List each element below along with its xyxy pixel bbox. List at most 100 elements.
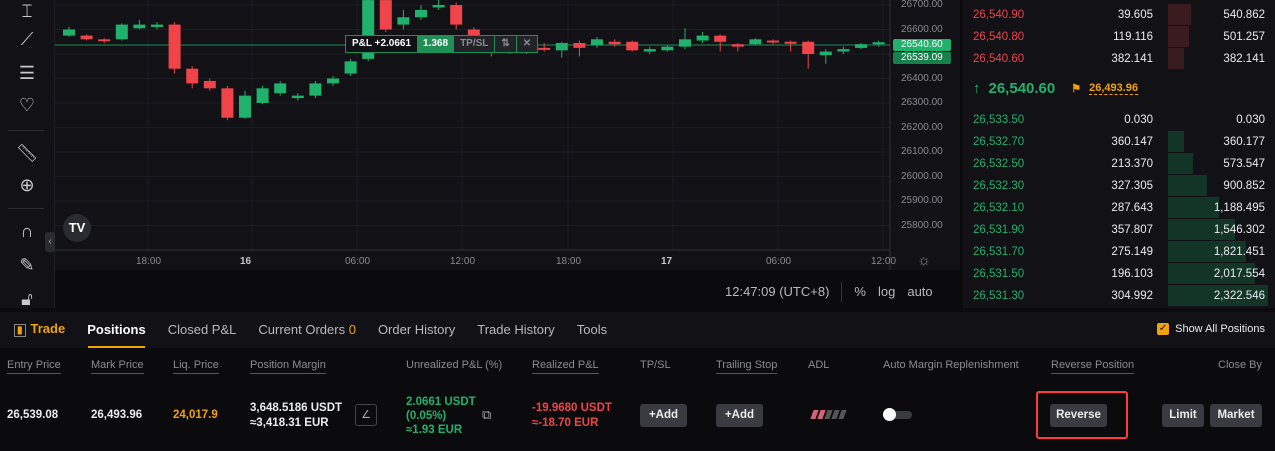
candle-body [784,41,797,44]
time-axis-label: 16 [240,256,252,267]
tab-order-history[interactable]: Order History [367,312,466,348]
upnl-usdt: 2.0661 USDT [406,396,476,408]
zoom-in-icon[interactable]: ⊕ [14,174,40,196]
candle-body [837,49,850,52]
close-icon[interactable]: ✕ [515,36,538,52]
orderbook-row[interactable]: 26,531.90 357.807 1,546.302 [963,219,1275,241]
quantity: 196.103 [1111,268,1153,280]
orderbook-row[interactable]: 26,531.50 196.103 2,017.554 [963,263,1275,285]
price-chart[interactable]: 26700.0026600.0026500.0026400.0026300.00… [45,0,960,308]
tab-positions[interactable]: Positions [76,312,157,348]
header-adl: ADL [808,359,830,371]
add-tpsl-button[interactable]: +Add [640,404,687,427]
header-position-margin: Position Margin [250,359,326,374]
quantity: 287.643 [1111,202,1153,214]
upnl-pct: (0.05%) [406,410,447,422]
total: 382.141 [1223,53,1265,65]
auto-scale-toggle[interactable]: auto [907,284,932,302]
favorite-heart-icon[interactable]: ♡ [14,94,40,116]
price-axis-label: 26300.00 [901,97,943,108]
orderbook-row[interactable]: 26,533.50 0.030 0.030 [963,109,1275,131]
header-trailing-stop: Trailing Stop [716,359,778,374]
total: 540.862 [1223,9,1265,21]
candle-body [151,24,163,28]
tab-trade-history[interactable]: Trade History [466,312,566,348]
draw-lock-icon[interactable]: ✎ [14,254,40,276]
lock-icon[interactable]: 🔓︎ [14,288,40,310]
cursor-icon[interactable]: ⌶ [14,0,40,22]
candle-body [767,40,779,43]
candle-body [274,83,287,94]
orderbook-row[interactable]: 26,532.30 327.305 900.852 [963,175,1275,197]
percent-scale-toggle[interactable]: % [854,284,866,302]
time-axis-label: 06:00 [345,256,371,267]
show-all-positions-checkbox[interactable]: ✓ Show All Positions [1157,323,1265,335]
time-axis-label: 18:00 [556,256,582,267]
indicator-settings-icon[interactable]: ☰ [14,62,40,84]
log-scale-toggle[interactable]: log [878,284,895,302]
orderbook-row[interactable]: 26,531.70 275.149 1,821.451 [963,241,1275,263]
reverse-arrows-icon[interactable]: ⇅ [494,36,516,52]
depth-bar [1168,197,1219,218]
flag-icon: ⚑ [1071,83,1082,95]
orderbook-row[interactable]: 26,540.90 39.605 540.862 [963,4,1275,26]
tab-trade[interactable]: ▮ Trade [0,311,76,349]
divider [8,208,44,209]
close-limit-button[interactable]: Limit [1162,404,1204,427]
edit-margin-icon[interactable]: ∠ [355,404,377,426]
candle-body [379,0,392,30]
orderbook-row[interactable]: 26,532.50 213.370 573.547 [963,153,1275,175]
orderbook-row[interactable]: 26,532.10 287.643 1,188.495 [963,197,1275,219]
price-axis-label: 25800.00 [901,219,943,231]
add-trailing-stop-button[interactable]: +Add [716,404,763,427]
header-tpsl: TP/SL [640,359,671,371]
candle-body [133,24,146,29]
tab-closed-pnl[interactable]: Closed P&L [157,312,248,348]
orderbook-row[interactable]: 26,540.60 382.141 382.141 [963,48,1275,70]
ruler-icon[interactable]: 📏︎ [14,142,40,164]
total: 2,322.546 [1213,290,1265,302]
magnet-icon[interactable]: ∩ [14,220,40,242]
tab-tools[interactable]: Tools [566,312,618,348]
margin-eur: ≈3,418.31 EUR [250,417,329,429]
orderbook-row[interactable]: 26,532.70 360.147 360.177 [963,131,1275,153]
total: 573.547 [1223,158,1265,170]
candle-body [538,47,551,50]
candle-body [115,24,128,40]
orderbook-row[interactable]: 26,531.30 304.992 2,322.546 [963,285,1275,307]
rpnl-usdt: -19.9680 USDT [532,402,612,414]
quantity: 360.147 [1111,136,1153,148]
order-book: 26,540.90 39.605 540.862 26,540.80 119.116 50… [963,0,1275,308]
candle-body [714,35,727,42]
depth-bar [1168,4,1191,25]
total: 501.257 [1223,31,1265,43]
close-market-button[interactable]: Market [1210,404,1262,427]
chart-icon: ▮ [14,324,26,337]
tab-current-orders[interactable]: Current Orders 0 [247,312,367,348]
total: 1,546.302 [1213,224,1265,236]
quantity: 0.030 [1124,114,1153,126]
quantity: 119.116 [1113,31,1153,43]
divider [841,282,843,302]
mark-price[interactable]: 26,493.96 [1089,82,1139,95]
header-mark-price: Mark Price [91,359,144,374]
quantity: 304.992 [1111,290,1153,302]
candle-body [203,80,216,89]
candle-body [309,83,322,96]
auto-margin-toggle[interactable] [883,408,912,421]
candle-body [855,44,867,48]
trend-line-icon[interactable]: ⟋ [14,28,40,50]
position-line-label[interactable]: P&L +2.0661 1.368 TP/SL ⇅ ✕ [345,35,539,53]
tpsl-button[interactable]: TP/SL [454,36,495,52]
share-icon[interactable]: ⧉ [482,407,491,423]
reverse-button[interactable]: Reverse [1050,404,1107,427]
candle-body [186,68,199,84]
orderbook-row[interactable]: 26,540.80 119.116 501.257 [963,26,1275,48]
candle-body [696,35,709,41]
settings-gear-icon[interactable]: ☼ [917,252,931,269]
depth-bar [1168,175,1207,196]
price: 26,532.70 [973,136,1025,148]
liq-price: 24,017.9 [173,409,218,421]
collapse-toolbar-button[interactable]: ‹ [45,232,55,252]
time-axis-label: 06:00 [766,256,792,267]
